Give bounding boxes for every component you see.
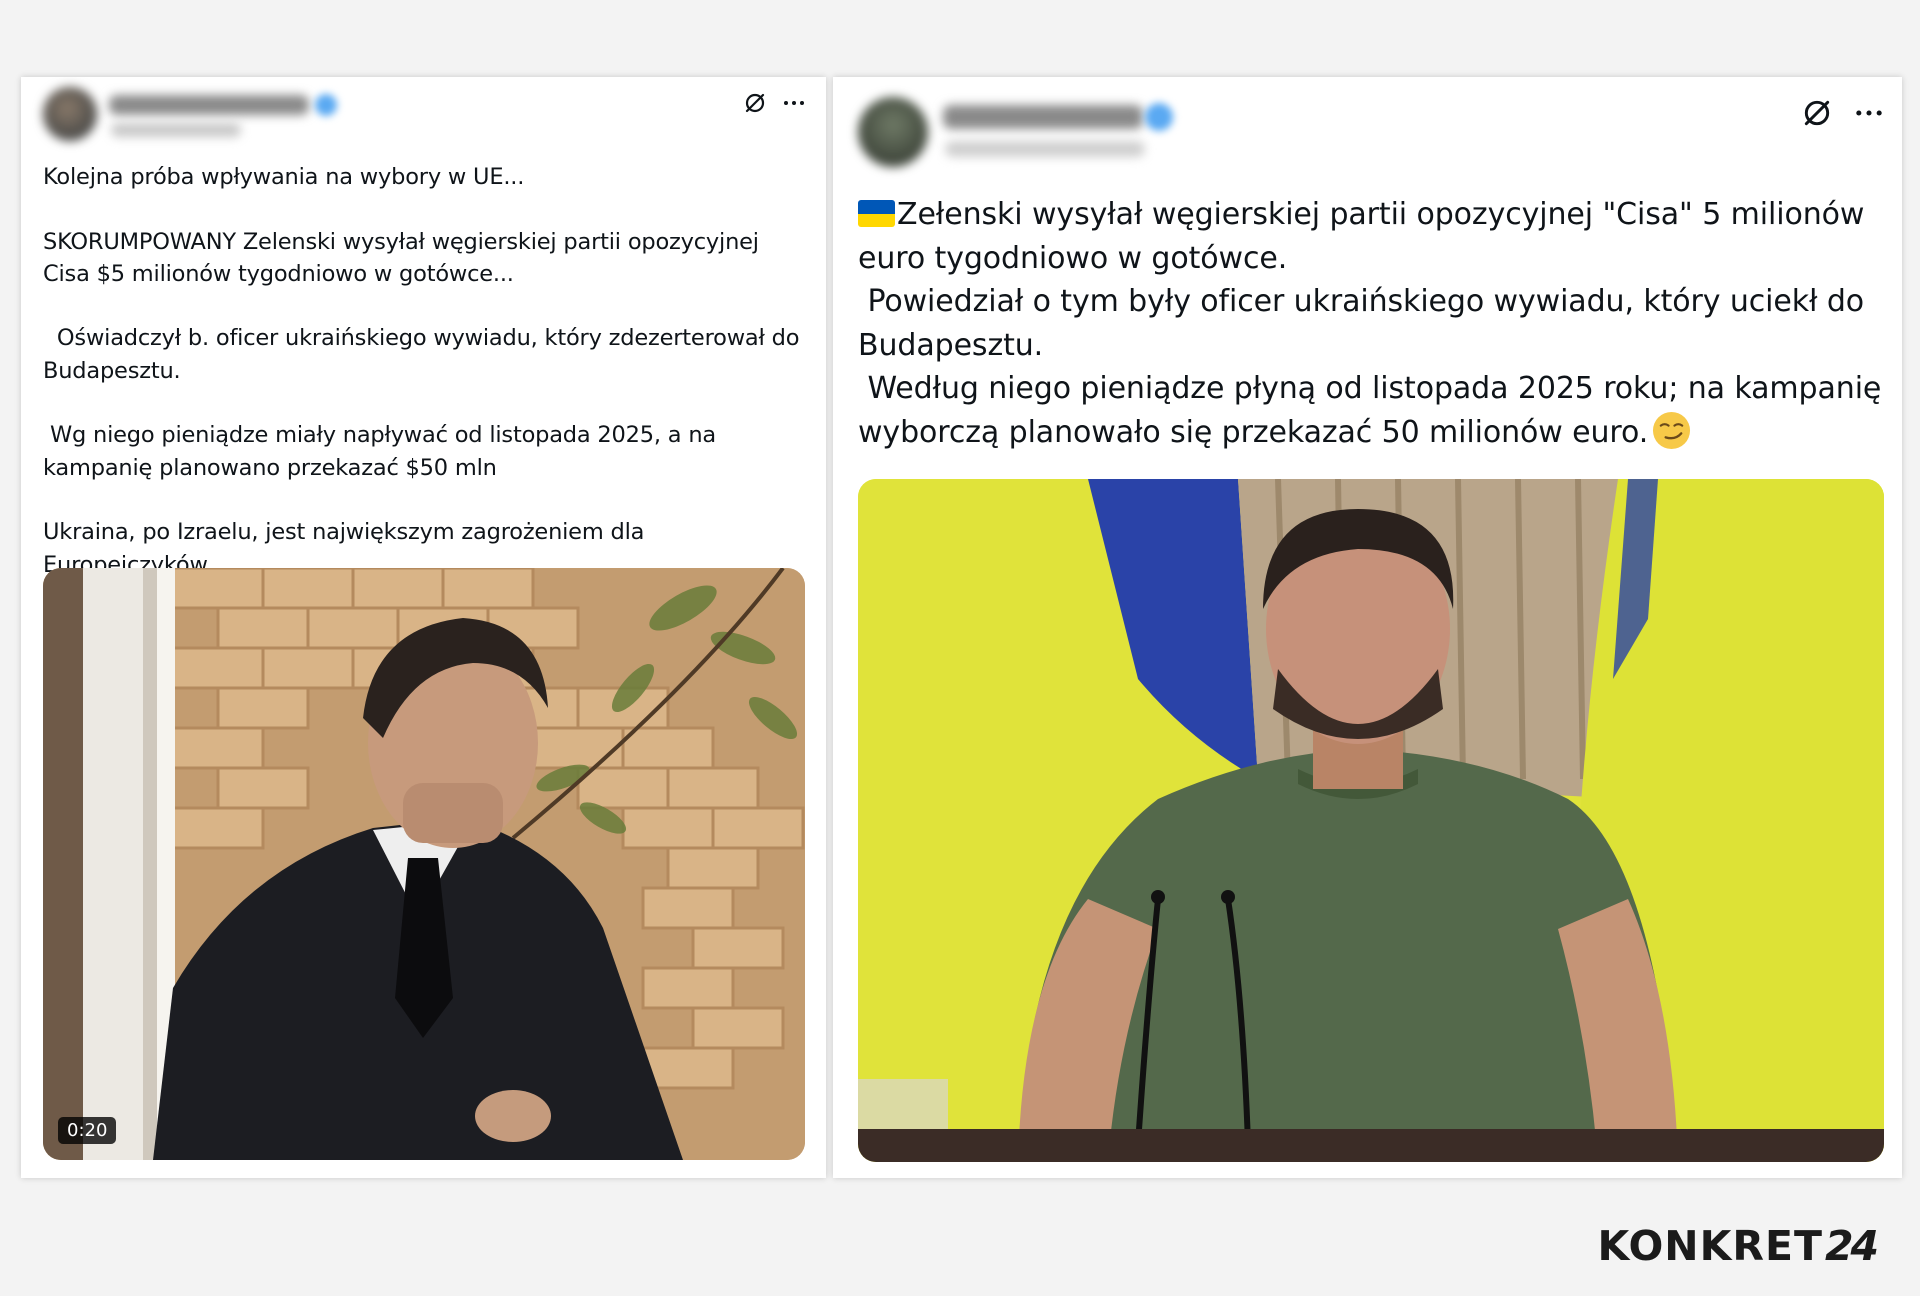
post-text: Kolejna próba wpływania na wybory w UE..… bbox=[43, 164, 800, 578]
verified-badge-icon bbox=[315, 94, 337, 116]
konkret24-logo: KONKRET24 bbox=[1597, 1222, 1879, 1270]
grok-icon[interactable] bbox=[1801, 97, 1833, 129]
smirk-emoji bbox=[1653, 411, 1691, 449]
post-text-main: Zełenski wysyłał węgierskiej partii opoz… bbox=[858, 197, 1882, 450]
author-handle[interactable] bbox=[945, 141, 1145, 157]
author-name[interactable] bbox=[109, 95, 309, 115]
post-card-left: Kolejna próba wpływania na wybory w UE..… bbox=[21, 77, 826, 1178]
more-icon[interactable] bbox=[1855, 99, 1883, 127]
author-handle[interactable] bbox=[111, 123, 241, 137]
author-avatar[interactable] bbox=[858, 97, 928, 167]
logo-brand: KONKRET bbox=[1597, 1222, 1823, 1270]
video-duration-badge: 0:20 bbox=[58, 1117, 117, 1144]
author-avatar[interactable] bbox=[43, 87, 97, 141]
video-thumbnail[interactable]: 0:20 bbox=[43, 568, 805, 1160]
author-name[interactable] bbox=[943, 105, 1143, 129]
grok-icon[interactable] bbox=[743, 91, 767, 115]
more-icon[interactable] bbox=[783, 92, 805, 114]
ukraine-flag-emoji bbox=[858, 200, 895, 227]
logo-number: 24 bbox=[1824, 1222, 1879, 1270]
post-text: Zełenski wysyłał węgierskiej partii opoz… bbox=[858, 193, 1888, 454]
post-card-right: Zełenski wysyłał węgierskiej partii opoz… bbox=[833, 77, 1902, 1178]
verified-badge-icon bbox=[1145, 103, 1173, 131]
post-image[interactable] bbox=[858, 479, 1884, 1162]
